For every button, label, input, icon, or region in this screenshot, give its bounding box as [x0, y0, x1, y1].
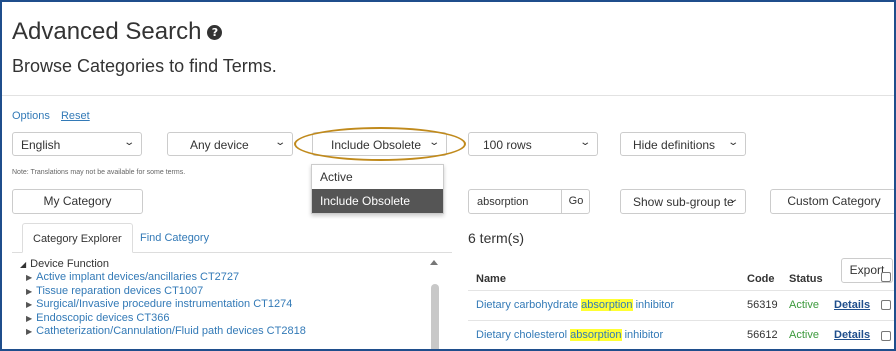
- definitions-select[interactable]: Hide definitions ⌄: [620, 132, 746, 156]
- term-highlight: absorption: [581, 299, 633, 311]
- select-all-checkbox[interactable]: [881, 272, 891, 282]
- language-select-value: English: [21, 138, 61, 152]
- tree-item[interactable]: ▶ Tissue reparation devices CT1007: [20, 285, 306, 298]
- details-link[interactable]: Details: [834, 329, 870, 341]
- tree-item[interactable]: ▶ Catheterization/Cannulation/Fluid path …: [20, 325, 306, 338]
- row-divider: [468, 320, 894, 321]
- chevron-down-icon: ⌄: [726, 194, 739, 205]
- rows-select[interactable]: 100 rows ⌄: [468, 132, 598, 156]
- tree-item[interactable]: ▶ Active implant devices/ancillaries CT27…: [20, 271, 306, 284]
- collapse-triangle-icon: ◢: [20, 260, 27, 269]
- tab-find-category[interactable]: Find Category: [130, 223, 219, 253]
- tree-root[interactable]: ◢ Device Function: [20, 258, 306, 271]
- tree-item[interactable]: ▶ Surgical/Invasive procedure instrumenta…: [20, 298, 306, 311]
- page-title-text: Advanced Search: [12, 18, 202, 45]
- help-icon[interactable]: ?: [207, 24, 223, 40]
- tree-item-label: Surgical/Invasive procedure instrumentat…: [36, 298, 293, 311]
- search-field: absorption Go: [468, 189, 590, 214]
- tab-category-explorer[interactable]: Category Explorer: [22, 223, 133, 253]
- term-highlight: absorption: [570, 329, 622, 341]
- expand-triangle-icon: ▶: [26, 273, 33, 283]
- my-category-button[interactable]: My Category: [12, 189, 143, 214]
- row-divider: [468, 290, 894, 291]
- search-input[interactable]: absorption: [477, 196, 528, 208]
- row-checkbox[interactable]: [881, 300, 891, 310]
- device-select-value: Any device: [190, 138, 249, 152]
- chevron-down-icon: ⌄: [273, 137, 286, 148]
- term-name-suffix: inhibitor: [632, 299, 675, 311]
- advanced-search-page: Advanced Search ? Browse Categories to f…: [0, 0, 896, 351]
- term-status: Active: [789, 299, 819, 311]
- term-name-suffix: inhibitor: [621, 329, 664, 341]
- results-count: 6 term(s): [468, 230, 524, 246]
- expand-triangle-icon: ▶: [26, 300, 33, 310]
- tree-item-label: Tissue reparation devices CT1007: [36, 284, 204, 297]
- go-button[interactable]: Go: [561, 190, 590, 213]
- chevron-down-icon: ⌄: [578, 137, 591, 148]
- device-select[interactable]: Any device ⌄: [167, 132, 293, 156]
- highlight-oval: [294, 127, 466, 161]
- subgroup-select[interactable]: Show sub-group te ⌄: [620, 189, 746, 214]
- rows-select-value: 100 rows: [483, 138, 532, 152]
- tree-scrollbar[interactable]: [428, 256, 442, 349]
- tree-item-label: Catheterization/Cannulation/Fluid path d…: [36, 325, 306, 338]
- tree-item[interactable]: ▶ Endoscopic devices CT366: [20, 312, 306, 325]
- details-link[interactable]: Details: [834, 299, 870, 311]
- category-tabs: Category Explorer Find Category: [12, 223, 452, 253]
- tree-item-label: Endoscopic devices CT366: [36, 311, 170, 324]
- subgroup-select-value: Show sub-group te: [633, 195, 734, 209]
- term-code: 56612: [747, 329, 778, 341]
- obsolete-dropdown-menu: Active Include Obsolete: [311, 164, 444, 214]
- dropdown-option-active[interactable]: Active: [312, 165, 443, 189]
- custom-category-button[interactable]: Custom Category: [770, 189, 894, 214]
- chevron-down-icon: ⌄: [122, 137, 135, 148]
- table-row-name[interactable]: Dietary carbohydrate absorption inhibito…: [476, 299, 674, 311]
- expand-triangle-icon: ▶: [26, 313, 33, 323]
- expand-triangle-icon: ▶: [26, 286, 33, 296]
- translation-note: Note: Translations may not be available …: [12, 169, 186, 176]
- category-tree: ◢ Device Function ▶ Active implant devices…: [20, 258, 306, 338]
- page-title: Advanced Search ?: [12, 18, 223, 46]
- scrollbar-thumb[interactable]: [431, 284, 439, 349]
- term-name: Dietary carbohydrate: [476, 299, 582, 311]
- term-code: 56319: [747, 299, 778, 311]
- options-bar: Options Reset: [12, 110, 90, 122]
- term-name: Dietary cholesterol: [476, 329, 571, 341]
- chevron-down-icon: ⌄: [726, 137, 739, 148]
- tree-item-label: Active implant devices/ancillaries CT272…: [36, 271, 240, 284]
- column-header-status[interactable]: Status: [789, 273, 823, 285]
- reset-link[interactable]: Reset: [61, 110, 90, 122]
- tree-root-label: Device Function: [30, 258, 110, 270]
- term-status: Active: [789, 329, 819, 341]
- definitions-select-value: Hide definitions: [633, 138, 716, 152]
- header-divider: [2, 95, 894, 96]
- dropdown-option-include-obsolete[interactable]: Include Obsolete: [312, 189, 443, 213]
- language-select[interactable]: English ⌄: [12, 132, 142, 156]
- column-header-name[interactable]: Name: [476, 273, 506, 285]
- table-row-name[interactable]: Dietary cholesterol absorption inhibitor: [476, 329, 663, 341]
- options-link[interactable]: Options: [12, 110, 50, 122]
- column-header-code[interactable]: Code: [747, 273, 775, 285]
- page-subtitle: Browse Categories to find Terms.: [12, 56, 277, 76]
- expand-triangle-icon: ▶: [26, 327, 33, 337]
- row-checkbox[interactable]: [881, 331, 891, 341]
- scroll-up-arrow-icon[interactable]: [430, 260, 438, 265]
